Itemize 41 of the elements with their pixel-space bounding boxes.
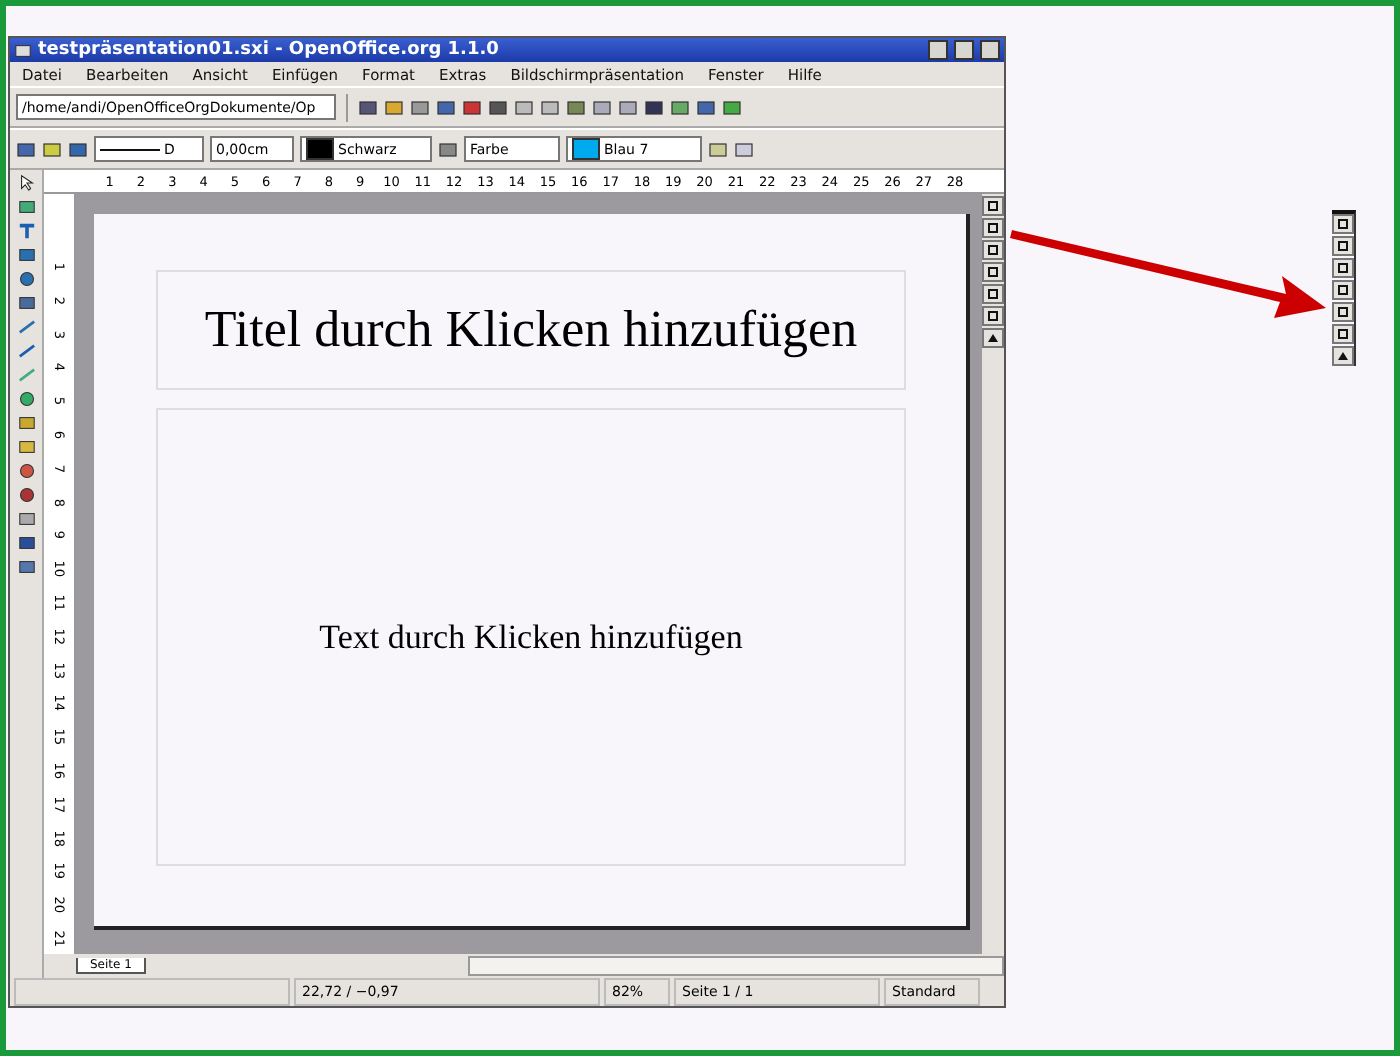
square-icon: [1336, 262, 1350, 274]
collapse-button[interactable]: [1332, 346, 1354, 366]
square-icon: [1336, 284, 1350, 296]
scroll-up-button[interactable]: [982, 328, 1004, 348]
ellipse-icon[interactable]: [17, 270, 35, 288]
view-button[interactable]: [982, 240, 1004, 260]
view-button[interactable]: [1332, 236, 1354, 256]
square-icon: [1336, 306, 1350, 318]
square-icon: [1336, 328, 1350, 340]
view-button[interactable]: [982, 262, 1004, 282]
maximize-button[interactable]: [954, 40, 974, 60]
square-icon: [986, 266, 1000, 278]
text-icon[interactable]: [17, 222, 35, 240]
square-icon: [986, 244, 1000, 256]
view-button[interactable]: [1332, 214, 1354, 234]
view-button[interactable]: [1332, 324, 1354, 344]
view-button[interactable]: [1332, 258, 1354, 278]
square-icon: [1336, 218, 1350, 230]
line-sample-icon: [100, 145, 160, 153]
view-button[interactable]: [982, 196, 1004, 216]
triangle-icon: [986, 332, 1000, 344]
view-button[interactable]: [982, 284, 1004, 304]
triangle-icon: [1336, 350, 1350, 362]
view-button[interactable]: [1332, 280, 1354, 300]
minimize-button[interactable]: [928, 40, 948, 60]
square-icon: [1336, 240, 1350, 252]
rectangle-icon[interactable]: [17, 246, 35, 264]
view-button[interactable]: [982, 306, 1004, 326]
view-button[interactable]: [1332, 302, 1354, 322]
square-icon: [986, 200, 1000, 212]
app-icon[interactable]: [14, 41, 32, 59]
text-placeholder[interactable]: Text durch Klicken hinzufügen: [156, 408, 906, 866]
square-icon: [986, 288, 1000, 300]
horizontal-scrollbar[interactable]: [467, 956, 1004, 976]
window-title: testpräsentation01.sxi - OpenOffice.org 1.1.0: [38, 40, 501, 60]
square-icon: [986, 310, 1000, 322]
select-arrow-icon[interactable]: [17, 174, 35, 192]
view-button[interactable]: [982, 218, 1004, 238]
close-button[interactable]: [980, 40, 1000, 60]
square-icon: [986, 222, 1000, 234]
title-placeholder[interactable]: Titel durch Klicken hinzufügen: [156, 270, 906, 390]
